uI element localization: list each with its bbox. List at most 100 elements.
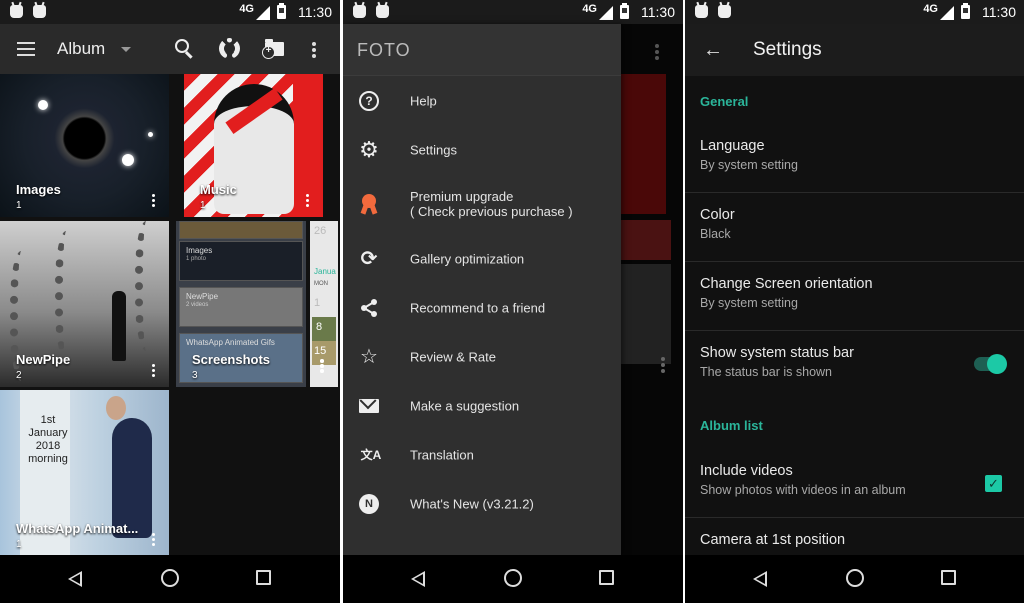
menu-item-label: What's New (v3.21.2) [410, 496, 534, 511]
thumbnail-person [112, 418, 152, 538]
clock: 11:30 [641, 4, 675, 20]
recents-icon[interactable] [941, 570, 956, 585]
album-more-icon[interactable] [320, 359, 324, 363]
menu-item-gallery-optimization[interactable]: ⟳ Gallery optimization [343, 234, 621, 283]
star-icon: ☆ [360, 345, 378, 368]
menu-item-label: Settings [410, 142, 457, 157]
menu-item-suggestion[interactable]: Make a suggestion [343, 381, 621, 430]
back-icon[interactable] [411, 571, 425, 587]
pref-title: Language [700, 138, 765, 154]
album-screen: 4G 11:30 Album Images 1 Music 1 [0, 0, 340, 603]
thumbnail-head [106, 396, 126, 420]
search-icon[interactable] [175, 39, 189, 53]
badge-ribbon [369, 204, 378, 215]
menu-item-premium[interactable]: Premium upgrade ( Check previous purchas… [343, 174, 621, 234]
share-glyph [361, 298, 377, 317]
menu-item-label: Review & Rate [410, 349, 496, 364]
android-notification-icon [353, 5, 366, 18]
android-notification-icon [10, 5, 23, 18]
status-bar: 4G 11:30 [343, 0, 683, 24]
album-tile-screenshots[interactable]: Images 1 photo NewPipe 2 videos WhatsApp… [176, 221, 306, 387]
dimmed-thumbnail [621, 220, 671, 260]
pref-screen-orientation[interactable]: Change Screen orientation By system sett… [685, 262, 1024, 331]
screenshot-strip [179, 221, 303, 239]
clock: 11:30 [298, 4, 332, 20]
premium-subtitle: ( Check previous purchase ) [410, 204, 573, 219]
home-icon[interactable] [846, 569, 864, 587]
album-more-icon[interactable] [151, 363, 155, 367]
section-header-album-list: Album list [700, 418, 763, 433]
page-title: Settings [753, 39, 822, 60]
strip-title: WhatsApp Animated Gifs [186, 338, 275, 347]
menu-item-whats-new[interactable]: N What's New (v3.21.2) [343, 479, 621, 528]
battery-icon [961, 3, 970, 19]
album-more-icon[interactable] [151, 532, 155, 536]
menu-item-label: Help [410, 93, 437, 108]
pref-camera-first[interactable]: Camera at 1st position [685, 518, 1024, 555]
status-bar: 4G 11:30 [0, 0, 340, 24]
thumbnail-star [148, 132, 153, 137]
premium-title: Premium upgrade [410, 189, 514, 204]
album-name: Images [16, 182, 61, 197]
sync-icon: ⟳ [360, 247, 378, 270]
translate-icon: 文A [360, 447, 382, 462]
signal-icon [256, 6, 270, 20]
menu-item-label: Translation [410, 447, 474, 462]
menu-item-recommend[interactable]: Recommend to a friend [343, 283, 621, 332]
network-type: 4G [923, 3, 938, 15]
pref-status-bar[interactable]: Show system status bar The status bar is… [685, 331, 1024, 400]
menu-item-review[interactable]: ☆ Review & Rate [343, 332, 621, 381]
back-icon[interactable] [753, 571, 767, 587]
status-bar-toggle[interactable] [974, 354, 1007, 374]
album-tile-newpipe[interactable]: NewPipe 2 [0, 221, 169, 387]
menu-icon[interactable] [17, 42, 35, 56]
signal-icon [940, 6, 954, 20]
calendar-text: MON [314, 281, 328, 287]
dimmed-thumbnail [621, 74, 666, 214]
dropdown-icon[interactable] [121, 47, 131, 52]
strip-subtitle: 1 photo [186, 256, 207, 262]
new-folder-icon[interactable] [262, 39, 284, 59]
menu-item-settings[interactable]: ⚙ Settings [343, 125, 621, 174]
note-line: morning [28, 453, 68, 465]
toggle-knob [987, 354, 1007, 374]
navigation-bar [685, 555, 1024, 603]
lens-icon[interactable] [219, 38, 240, 59]
menu-item-label: Make a suggestion [410, 398, 520, 413]
pref-language[interactable]: Language By system setting [685, 124, 1024, 193]
album-tile-whatsapp[interactable]: 1st January 2018 morning WhatsApp Animat… [0, 390, 169, 556]
thumbnail-star [38, 100, 48, 110]
app-bar: ← Settings [685, 24, 1024, 76]
recents-icon[interactable] [256, 570, 271, 585]
app-logo: FOTO [357, 40, 411, 60]
album-name: Screenshots [192, 352, 271, 367]
menu-item-label: Recommend to a friend [410, 300, 546, 315]
menu-item-help[interactable]: ? Help [343, 76, 621, 125]
menu-item-translation[interactable]: 文A Translation [343, 430, 621, 479]
drawer-header: FOTO [343, 24, 621, 76]
more-icon[interactable] [312, 42, 316, 46]
album-tile-images[interactable]: Images 1 [0, 74, 169, 217]
pref-title: Camera at 1st position [700, 532, 846, 548]
battery-icon [620, 3, 629, 19]
album-name: Music [200, 182, 237, 197]
album-tile-music[interactable]: Music 1 [184, 74, 323, 217]
pref-color[interactable]: Color Black [685, 193, 1024, 262]
home-icon[interactable] [161, 569, 179, 587]
include-videos-checkbox[interactable]: ✓ [985, 475, 1002, 492]
new-badge-icon: N [359, 493, 379, 514]
settings-list[interactable]: General Language By system setting Color… [685, 76, 1024, 555]
album-selector[interactable]: Album [57, 39, 105, 59]
pref-summary: Black [700, 227, 731, 241]
album-count: 3 [192, 370, 198, 381]
back-icon[interactable] [68, 571, 82, 587]
home-icon[interactable] [504, 569, 522, 587]
pref-title: Change Screen orientation [700, 276, 873, 292]
screenshot-strip: Images 1 photo [179, 241, 303, 281]
back-arrow-icon[interactable]: ← [703, 39, 723, 62]
recents-icon[interactable] [599, 570, 614, 585]
album-more-icon[interactable] [305, 193, 309, 197]
album-more-icon[interactable] [151, 193, 155, 197]
pref-include-videos[interactable]: Include videos Show photos with videos i… [685, 449, 1024, 518]
clock: 11:30 [982, 4, 1016, 20]
